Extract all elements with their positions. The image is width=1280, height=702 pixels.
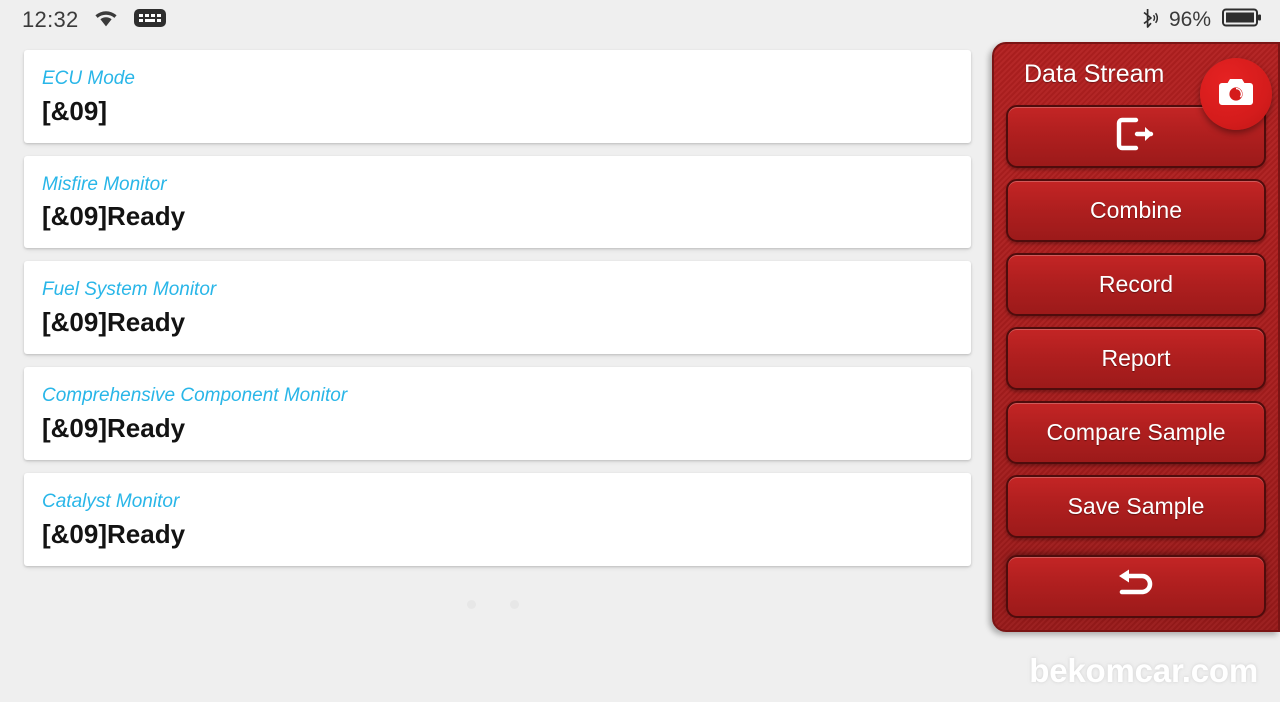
list-item-title: ECU Mode	[42, 68, 135, 89]
back-button[interactable]	[1006, 555, 1266, 618]
keyboard-icon	[133, 7, 167, 34]
save-sample-button-label: Save Sample	[1067, 493, 1205, 519]
status-bar-left: 12:32	[0, 7, 167, 34]
data-stream-list[interactable]: ECU Mode [&09] Misfire Monitor [&09]Read…	[0, 40, 985, 640]
report-button-label: Report	[1101, 345, 1171, 371]
list-item[interactable]: Fuel System Monitor [&09]Ready	[24, 261, 971, 355]
list-item-value: [&09]Ready	[42, 412, 186, 443]
record-button-label: Record	[1098, 271, 1174, 297]
camera-button[interactable]	[1200, 58, 1272, 130]
list-item[interactable]: ECU Mode [&09]	[24, 50, 971, 143]
list-item-value: [&09]Ready	[42, 307, 186, 338]
page-dot	[466, 600, 476, 609]
wifi-icon	[93, 8, 119, 33]
back-arrow-icon	[1112, 566, 1160, 607]
report-button[interactable]: Report	[1006, 327, 1266, 390]
list-item-value: [&09]	[42, 95, 108, 126]
compare-sample-button[interactable]: Compare Sample	[1006, 401, 1266, 464]
camera-icon	[1217, 77, 1255, 112]
list-item-title: Comprehensive Component Monitor	[42, 385, 348, 407]
combine-button[interactable]: Combine	[1006, 179, 1266, 242]
list-item[interactable]: Comprehensive Component Monitor [&09]Rea…	[24, 367, 971, 460]
combine-button-label: Combine	[1089, 197, 1183, 223]
save-sample-button[interactable]: Save Sample	[1006, 475, 1266, 538]
list-item[interactable]: Misfire Monitor [&09]Ready	[24, 155, 971, 249]
bluetooth-icon	[1138, 7, 1158, 34]
side-toolbar-panel: Data Stream Combine Record Report Compar…	[992, 42, 1280, 632]
list-item-title: Fuel System Monitor	[42, 279, 217, 301]
app-screen: 12:32 96% ECU Mode [&09] Misfire Monitor…	[0, 0, 1280, 702]
status-bar: 12:32 96%	[0, 0, 1280, 40]
list-item-value: [&09]Ready	[42, 518, 186, 549]
list-item-title: Misfire Monitor	[42, 173, 167, 195]
list-item-value: [&09]Ready	[42, 201, 186, 232]
battery-percent: 96%	[1168, 8, 1211, 31]
record-button[interactable]: Record	[1006, 253, 1266, 316]
page-dot	[509, 600, 519, 609]
list-item-title: Catalyst Monitor	[42, 490, 180, 512]
list-item[interactable]: Catalyst Monitor [&09]Ready	[24, 472, 971, 566]
status-bar-right: 96%	[1138, 7, 1280, 34]
compare-sample-button-label: Compare Sample	[1046, 419, 1226, 445]
watermark: bekomcar.com	[1029, 652, 1258, 689]
clock: 12:32	[22, 7, 79, 32]
page-indicator	[0, 600, 985, 609]
exit-icon	[1114, 116, 1158, 158]
battery-icon	[1222, 7, 1262, 33]
